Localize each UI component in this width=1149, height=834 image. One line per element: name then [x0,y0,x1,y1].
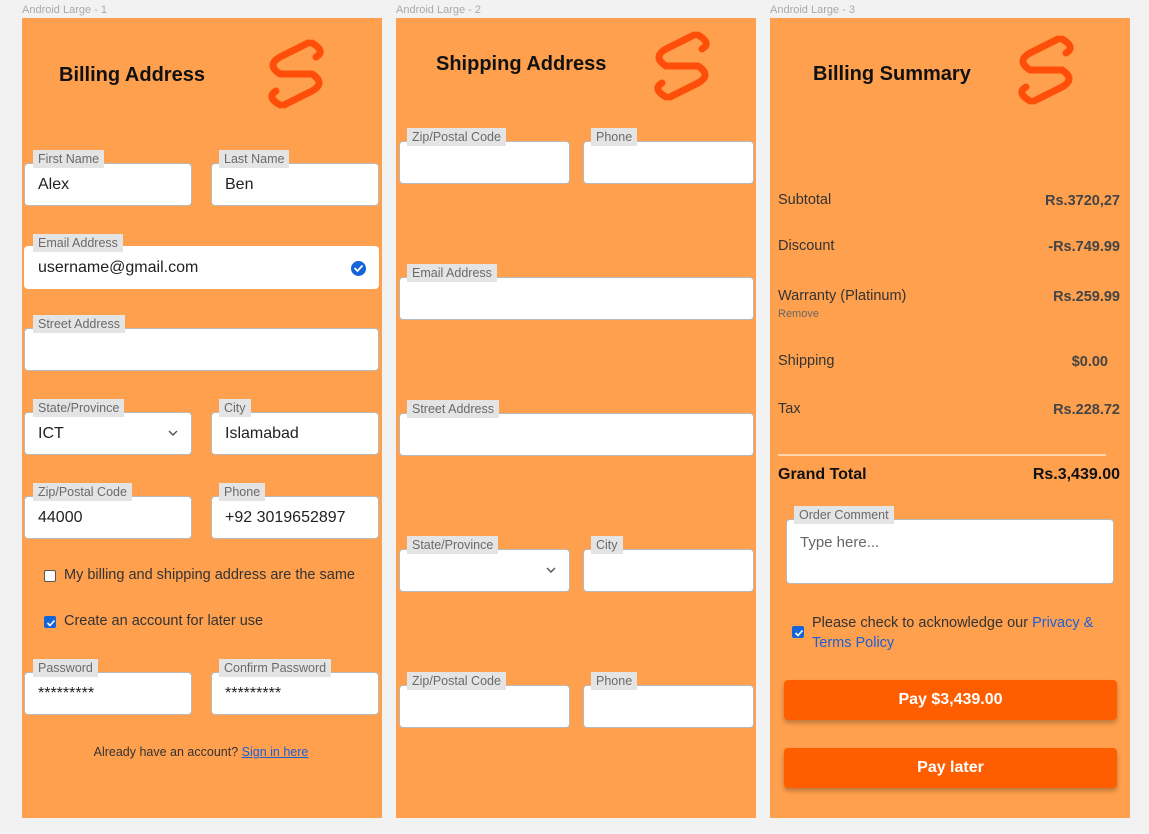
state-label: State/Province [33,399,125,417]
confirm-password-field[interactable]: ********* [211,672,379,715]
zip-label: Zip/Postal Code [33,483,132,501]
signin-link[interactable]: Sign in here [242,745,309,759]
billing-address-screen: Billing Address Alex First Name Ben Last… [22,18,382,818]
shipping-address-screen: Shipping Address Zip/Postal Code Phone E… [396,18,756,818]
warranty-remove-link[interactable]: Remove [778,308,819,320]
city-label: City [219,399,251,417]
checkbox-check-icon [46,619,56,627]
zip-label-2: Zip/Postal Code [407,672,506,690]
same-address-text: My billing and shipping address are the … [64,567,355,583]
same-address-checkbox[interactable] [44,570,56,582]
phone-label: Phone [591,128,638,146]
summary-divider [778,454,1106,456]
first-name-label: First Name [33,150,105,168]
grand-total-label: Grand Total [778,466,867,483]
tax-label: Tax [778,401,801,417]
privacy-link[interactable]: Privacy & [1032,615,1093,631]
state-label: State/Province [407,536,499,554]
phone-field[interactable]: +92 3019652897 [211,496,379,539]
email-field[interactable] [399,277,754,320]
subtotal-value: Rs.3720,27 [1045,193,1120,209]
city-label: City [591,536,623,554]
zip-field[interactable]: 44000 [24,496,192,539]
zip-field[interactable] [399,141,570,184]
subtotal-label: Subtotal [778,192,832,208]
frame-title-3: Android Large - 3 [770,4,855,16]
last-name-label: Last Name [219,150,290,168]
email-field[interactable]: username@gmail.com [24,246,379,289]
create-account-text: Create an account for later use [64,613,264,629]
state-select[interactable]: ICT [24,412,192,455]
phone-label-2: Phone [591,672,638,690]
email-label: Email Address [33,234,123,252]
terms-link[interactable]: Terms Policy [812,635,894,651]
grand-total-value: Rs.3,439.00 [1032,466,1120,483]
street-address-label: Street Address [33,315,125,333]
last-name-field[interactable]: Ben [211,163,379,206]
state-select[interactable] [399,549,570,592]
verified-check-icon [351,261,366,276]
shipping-label: Shipping [778,353,835,369]
frame-title-1: Android Large - 1 [22,4,107,16]
zip-label: Zip/Postal Code [407,128,506,146]
order-comment-field[interactable]: Type here... [786,519,1114,584]
frame-title-2: Android Large - 2 [396,4,481,16]
checkbox-check-icon [794,629,804,637]
brand-logo-icon [1018,35,1074,105]
brand-logo-icon [654,31,710,101]
signin-prompt: Already have an account? Sign in here [22,745,380,759]
brand-logo-icon [268,39,324,109]
first-name-field[interactable]: Alex [24,163,192,206]
create-account-checkbox[interactable] [44,616,56,628]
page-title: Billing Summary [813,63,971,85]
warranty-label: Warranty (Platinum) [778,288,907,304]
city-field[interactable] [583,549,754,592]
confirm-password-label: Confirm Password [219,659,332,677]
acknowledge-text: Please check to acknowledge our Privacy … [812,613,1112,653]
acknowledge-checkbox[interactable] [792,626,804,638]
chevron-down-icon [546,567,556,573]
page-title: Billing Address [59,64,205,86]
shipping-value: $0.00 [1071,354,1108,370]
password-label: Password [33,659,98,677]
order-comment-label: Order Comment [794,506,894,524]
discount-value: -Rs.749.99 [1048,239,1120,255]
city-field[interactable]: Islamabad [211,412,379,455]
tax-value: Rs.228.72 [1053,402,1120,418]
email-label: Email Address [407,264,497,282]
phone-label: Phone [219,483,266,501]
billing-summary-screen: Billing Summary Subtotal Rs.3720,27 Disc… [770,18,1130,818]
zip-field-2[interactable] [399,685,570,728]
pay-button[interactable]: Pay $3,439.00 [784,680,1117,720]
signin-prompt-text: Already have an account? [93,745,239,759]
street-address-field[interactable] [399,413,754,456]
page-title: Shipping Address [436,53,607,75]
state-value: ICT [38,425,64,442]
discount-label: Discount [778,238,835,254]
phone-field-2[interactable] [583,685,754,728]
acknowledge-prompt: Please check to acknowledge our [812,615,1029,631]
email-value: username@gmail.com [38,259,199,276]
password-field[interactable]: ********* [24,672,192,715]
chevron-down-icon [168,430,178,436]
street-address-label: Street Address [407,400,499,418]
warranty-value: Rs.259.99 [1053,289,1120,305]
phone-field[interactable] [583,141,754,184]
street-address-field[interactable] [24,328,379,371]
pay-later-button[interactable]: Pay later [784,748,1117,788]
